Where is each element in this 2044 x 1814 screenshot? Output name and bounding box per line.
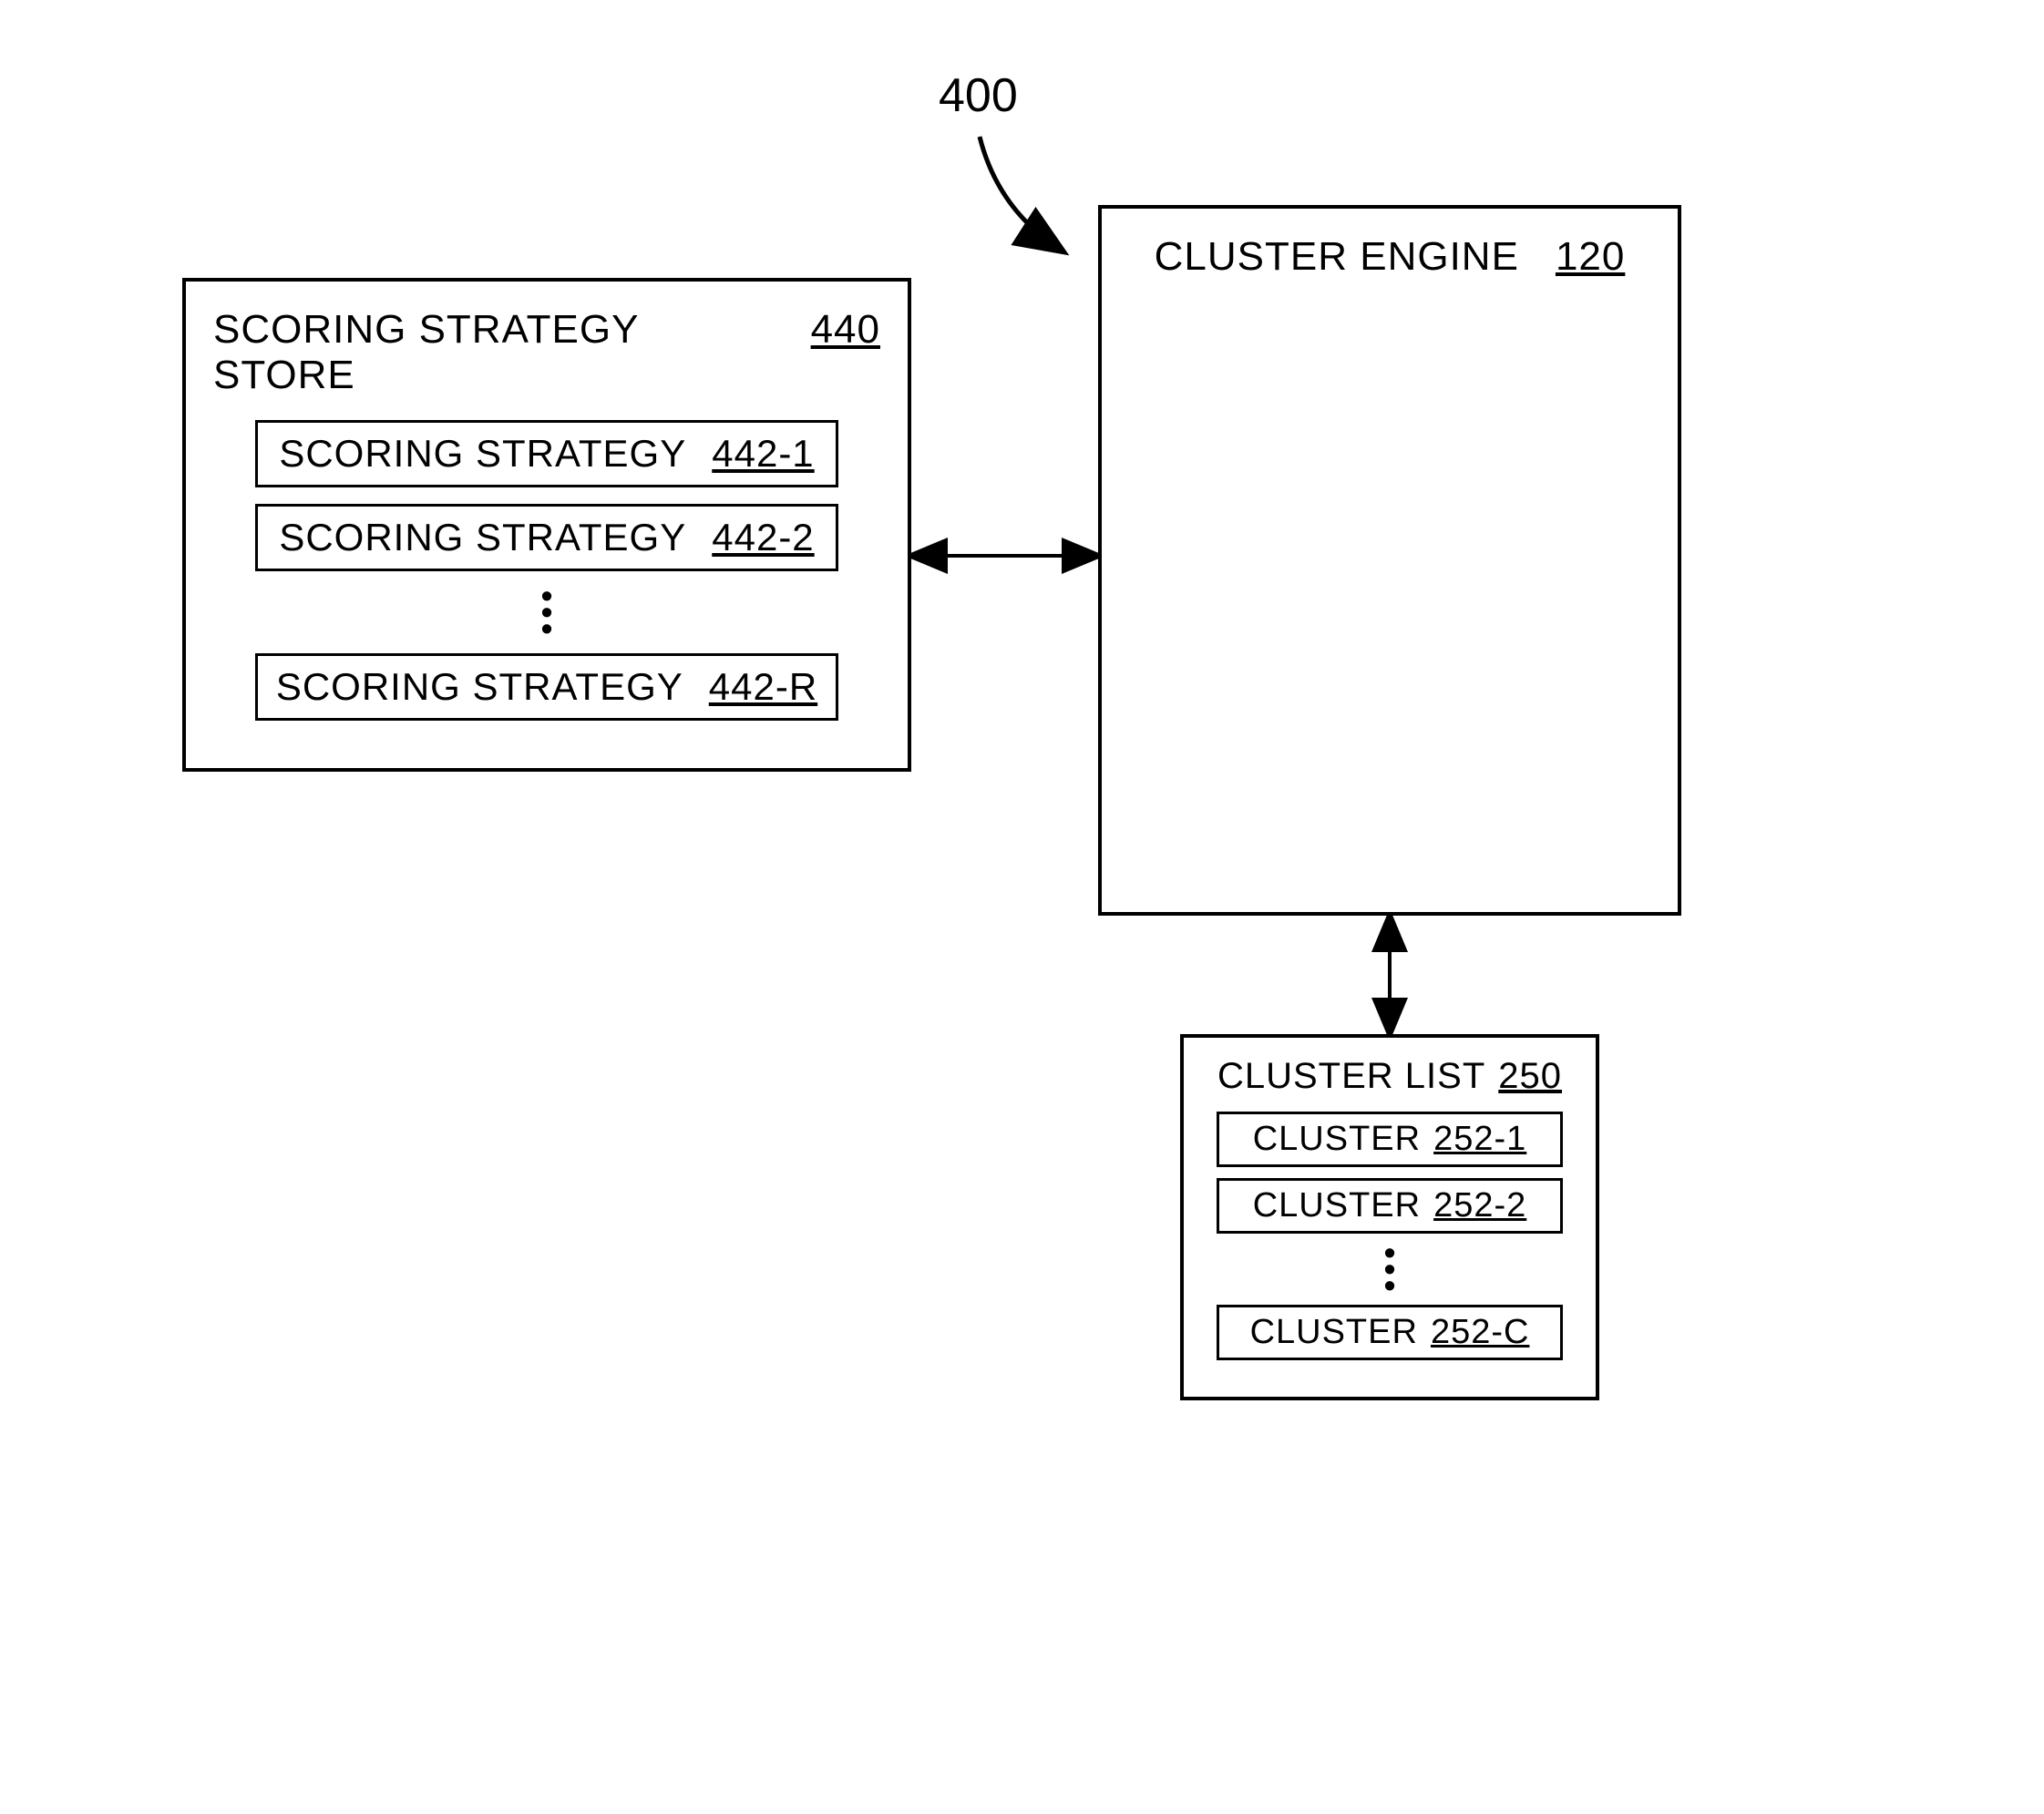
cluster-item: CLUSTER 252-1: [1217, 1112, 1563, 1167]
item-label: SCORING STRATEGY: [279, 432, 686, 476]
engine-title-row: CLUSTER ENGINE 120: [1129, 234, 1650, 280]
cluster-item: CLUSTER 252-2: [1217, 1178, 1563, 1234]
item-ref: 252-2: [1433, 1186, 1526, 1225]
item-ref: 442-2: [712, 516, 814, 559]
item-label: CLUSTER: [1250, 1313, 1418, 1352]
item-ref: 252-1: [1433, 1120, 1526, 1159]
engine-ref: 120: [1556, 234, 1625, 280]
store-ref: 440: [811, 307, 880, 353]
vertical-ellipsis-icon: •••: [1204, 1245, 1576, 1294]
connectors-svg: [0, 0, 2044, 1814]
item-ref: 442-1: [712, 432, 814, 476]
scoring-strategy-store: SCORING STRATEGY STORE 440 SCORING STRAT…: [182, 278, 911, 772]
store-title: SCORING STRATEGY STORE: [213, 307, 786, 398]
cluster-item: CLUSTER 252-C: [1217, 1305, 1563, 1360]
scoring-strategy-item: SCORING STRATEGY 442-R: [255, 653, 838, 721]
item-ref: 442-R: [709, 665, 817, 709]
cluster-engine: CLUSTER ENGINE 120: [1098, 205, 1681, 916]
scoring-strategy-item: SCORING STRATEGY 442-1: [255, 420, 838, 487]
item-label: CLUSTER: [1253, 1186, 1421, 1225]
diagram-canvas: 400 SCORING STRATEGY STORE 440 SCORING S…: [0, 0, 2044, 1814]
cluster-list-title-row: CLUSTER LIST 250: [1204, 1056, 1576, 1097]
cluster-list-ref: 250: [1498, 1056, 1562, 1097]
item-ref: 252-C: [1431, 1313, 1530, 1352]
cluster-list-title: CLUSTER LIST: [1217, 1056, 1485, 1097]
vertical-ellipsis-icon: •••: [213, 588, 880, 637]
cluster-list: CLUSTER LIST 250 CLUSTER 252-1 CLUSTER 2…: [1180, 1034, 1599, 1400]
store-title-row: SCORING STRATEGY STORE 440: [213, 307, 880, 398]
item-label: SCORING STRATEGY: [279, 516, 686, 559]
item-label: CLUSTER: [1253, 1120, 1421, 1159]
item-label: SCORING STRATEGY: [276, 665, 683, 709]
scoring-strategy-item: SCORING STRATEGY 442-2: [255, 504, 838, 571]
engine-title: CLUSTER ENGINE: [1155, 234, 1519, 280]
